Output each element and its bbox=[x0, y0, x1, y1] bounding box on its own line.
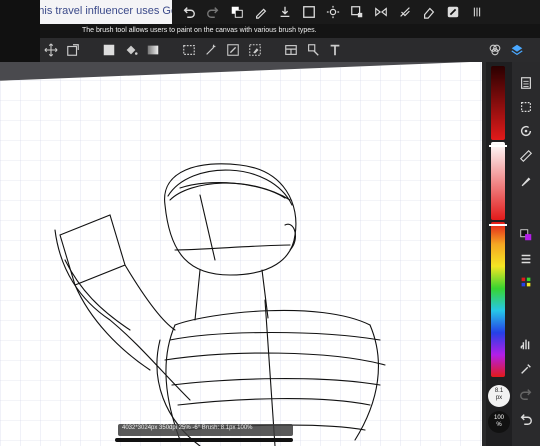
undo-icon[interactable] bbox=[178, 1, 200, 23]
palette-icon[interactable] bbox=[516, 273, 536, 291]
brush-size-unit: px bbox=[495, 395, 503, 401]
selection-icon[interactable] bbox=[516, 98, 536, 116]
redo-icon[interactable] bbox=[202, 1, 224, 23]
select-icon[interactable] bbox=[298, 1, 320, 23]
saturation-slider[interactable] bbox=[491, 142, 505, 220]
brush-opacity-badge[interactable]: 100 % bbox=[488, 411, 510, 433]
pen-select-icon[interactable] bbox=[222, 39, 244, 61]
eyedropper-icon[interactable] bbox=[516, 360, 536, 378]
drawing-canvas[interactable] bbox=[0, 62, 482, 446]
brush-size-value: 8.1 bbox=[494, 388, 504, 394]
transform-icon[interactable] bbox=[346, 1, 368, 23]
move-icon[interactable] bbox=[40, 39, 62, 61]
fill-bucket-icon[interactable] bbox=[120, 39, 142, 61]
pages-icon[interactable] bbox=[516, 74, 536, 92]
brush-opacity-unit: % bbox=[496, 422, 502, 428]
gradient-icon[interactable] bbox=[142, 39, 164, 61]
redo-icon[interactable] bbox=[516, 385, 536, 403]
fill-icon[interactable] bbox=[516, 172, 536, 190]
brush-icon[interactable] bbox=[250, 1, 272, 23]
blend-icon[interactable] bbox=[484, 39, 506, 61]
menu-icon[interactable] bbox=[516, 250, 536, 268]
crop-icon[interactable] bbox=[62, 39, 84, 61]
home-indicator bbox=[115, 438, 293, 442]
hand-icon[interactable] bbox=[516, 335, 536, 353]
stamp-icon[interactable] bbox=[302, 39, 324, 61]
eraser-icon[interactable] bbox=[418, 1, 440, 23]
ruler-icon[interactable] bbox=[516, 147, 536, 165]
magic-wand-icon[interactable] bbox=[200, 39, 222, 61]
layers-icon[interactable] bbox=[506, 39, 528, 61]
brightness-slider[interactable] bbox=[491, 66, 505, 140]
brush-tooltip: The brush tool allows users to paint on … bbox=[82, 27, 317, 34]
brush-size-badge[interactable]: 8.1 px bbox=[488, 385, 510, 407]
eraser-select-icon[interactable] bbox=[244, 39, 266, 61]
secondary-toolbar bbox=[40, 38, 540, 62]
text-icon[interactable] bbox=[324, 39, 346, 61]
status-text: 4032*3024px 350dpi 25% -6° Brush: 8.1px … bbox=[122, 425, 253, 431]
undo-icon[interactable] bbox=[516, 410, 536, 428]
no-snap-icon[interactable] bbox=[394, 1, 416, 23]
color-swatch-icon[interactable] bbox=[226, 1, 248, 23]
saturation-handle[interactable] bbox=[489, 145, 507, 147]
adjust-icon[interactable] bbox=[322, 1, 344, 23]
paper-grid bbox=[0, 62, 482, 446]
more-icon[interactable] bbox=[466, 1, 488, 23]
panel-icon[interactable] bbox=[280, 39, 302, 61]
flip-icon[interactable] bbox=[370, 1, 392, 23]
color-icon[interactable] bbox=[516, 226, 536, 244]
import-icon[interactable] bbox=[274, 1, 296, 23]
rotate-icon[interactable] bbox=[516, 122, 536, 140]
rect-select-icon[interactable] bbox=[178, 39, 200, 61]
top-toolbar bbox=[172, 0, 540, 24]
app-icon[interactable] bbox=[442, 1, 464, 23]
brush-opacity-value: 100 bbox=[493, 415, 504, 421]
hue-handle[interactable] bbox=[489, 224, 507, 226]
fill-rect-icon[interactable] bbox=[98, 39, 120, 61]
hue-slider[interactable] bbox=[491, 222, 505, 377]
